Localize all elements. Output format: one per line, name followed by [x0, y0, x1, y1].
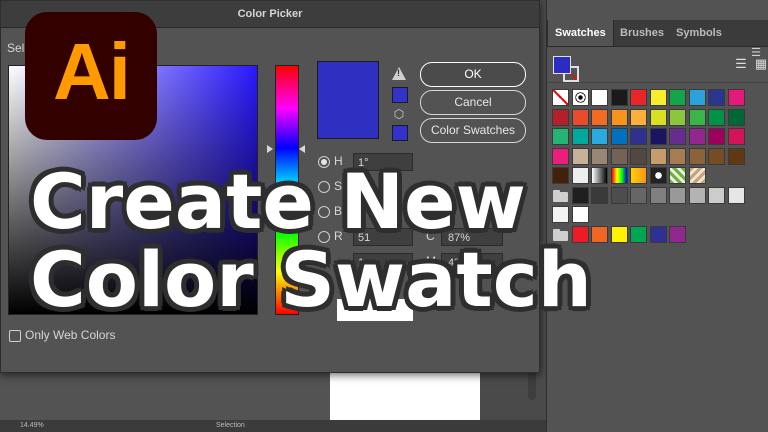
color-preview: [317, 61, 379, 139]
swatch[interactable]: [591, 167, 608, 184]
swatch[interactable]: [727, 186, 745, 204]
swatch[interactable]: [688, 128, 706, 145]
swatch[interactable]: [630, 108, 647, 126]
zoom-readout[interactable]: 14.49%: [20, 422, 44, 429]
swatch[interactable]: [610, 225, 628, 243]
current-tool: Selection: [216, 422, 245, 429]
swatch[interactable]: [610, 147, 628, 165]
headline-line-2: Color Swatch: [30, 235, 592, 324]
swatch[interactable]: [571, 186, 589, 204]
swatch[interactable]: [688, 89, 706, 106]
swatch[interactable]: [708, 89, 725, 106]
swatch[interactable]: [610, 89, 628, 106]
swatch[interactable]: [727, 89, 745, 106]
swatch[interactable]: [649, 167, 667, 184]
ok-button[interactable]: OK: [420, 62, 526, 87]
swatch[interactable]: [591, 108, 608, 126]
swatches-panel: Swatches Brushes Symbols ☰ ☰ ▦: [546, 0, 768, 432]
only-web-colors-checkbox[interactable]: [9, 330, 21, 342]
grid-view-icon[interactable]: ▦: [753, 56, 768, 72]
swatch[interactable]: [571, 108, 589, 126]
swatch[interactable]: [727, 108, 745, 126]
fill-color-icon[interactable]: [553, 56, 571, 74]
out-of-gamut-warning-icon[interactable]: [392, 67, 406, 80]
swatch[interactable]: [669, 225, 686, 243]
swatch[interactable]: [688, 167, 706, 184]
swatch[interactable]: [552, 108, 569, 126]
swatch[interactable]: [649, 225, 667, 243]
logo-text: Ai: [53, 27, 131, 116]
gamut-correction-swatch[interactable]: [392, 87, 408, 103]
swatch[interactable]: [688, 108, 706, 126]
swatch[interactable]: [630, 147, 647, 165]
swatch[interactable]: [571, 128, 589, 145]
swatch[interactable]: [630, 167, 647, 184]
swatch[interactable]: [552, 128, 569, 145]
swatch[interactable]: [708, 186, 725, 204]
swatch[interactable]: [630, 128, 647, 145]
cancel-button[interactable]: Cancel: [420, 90, 526, 115]
panel-divider: [547, 82, 768, 83]
swatch[interactable]: [610, 128, 628, 145]
color-swatches-button[interactable]: Color Swatches: [420, 118, 526, 143]
tab-swatches[interactable]: Swatches: [547, 20, 614, 46]
swatch[interactable]: [571, 206, 589, 223]
swatch[interactable]: [591, 147, 608, 165]
swatch[interactable]: [630, 89, 647, 106]
swatch[interactable]: [610, 108, 628, 126]
swatch[interactable]: [727, 147, 745, 165]
only-web-colors-label: Only Web Colors: [25, 328, 116, 342]
swatch[interactable]: [649, 89, 667, 106]
swatch[interactable]: [610, 167, 628, 184]
swatch[interactable]: [669, 89, 686, 106]
swatch[interactable]: [630, 186, 647, 204]
swatch[interactable]: [630, 225, 647, 243]
swatch[interactable]: [591, 225, 608, 243]
web-safe-cube-icon[interactable]: ⬡: [392, 107, 406, 121]
swatch[interactable]: [727, 128, 745, 145]
tab-brushes[interactable]: Brushes: [613, 20, 671, 46]
swatch[interactable]: [649, 108, 667, 126]
swatch[interactable]: [669, 108, 686, 126]
web-safe-swatch[interactable]: [392, 125, 408, 141]
swatch[interactable]: [571, 167, 589, 184]
status-bar: 14.49% Selection: [0, 420, 546, 432]
panel-tabs: Swatches Brushes Symbols ☰: [547, 20, 768, 59]
swatch[interactable]: [591, 186, 608, 204]
swatch[interactable]: [649, 186, 667, 204]
app-canvas: 14.49% Selection Color Picker Sele ⬡ OK …: [0, 0, 768, 432]
hue-slider-arrow-left-icon[interactable]: [267, 145, 273, 153]
swatch[interactable]: [610, 186, 628, 204]
hue-slider-arrow-right-icon[interactable]: [299, 145, 305, 153]
swatch-group-folder-icon[interactable]: [553, 189, 569, 202]
swatch[interactable]: [591, 128, 608, 145]
fill-stroke-indicator[interactable]: [553, 56, 579, 82]
swatch[interactable]: [552, 89, 569, 106]
list-view-icon[interactable]: ☰: [733, 56, 749, 72]
swatch[interactable]: [708, 128, 725, 145]
swatch[interactable]: [552, 167, 569, 184]
swatch[interactable]: [649, 128, 667, 145]
swatch[interactable]: [688, 186, 706, 204]
swatch[interactable]: [708, 147, 725, 165]
swatch[interactable]: [591, 89, 608, 106]
swatch[interactable]: [649, 147, 667, 165]
swatch[interactable]: [552, 147, 569, 165]
swatch[interactable]: [571, 89, 589, 106]
swatch[interactable]: [669, 147, 686, 165]
illustrator-logo: Ai: [25, 12, 157, 140]
swatch[interactable]: [552, 206, 569, 223]
swatch[interactable]: [571, 147, 589, 165]
tab-symbols[interactable]: Symbols: [669, 20, 729, 46]
swatch[interactable]: [669, 186, 686, 204]
swatch[interactable]: [688, 147, 706, 165]
swatch[interactable]: [669, 167, 686, 184]
swatch[interactable]: [669, 128, 686, 145]
headline-line-1: Create New: [30, 157, 526, 246]
swatch[interactable]: [708, 108, 725, 126]
